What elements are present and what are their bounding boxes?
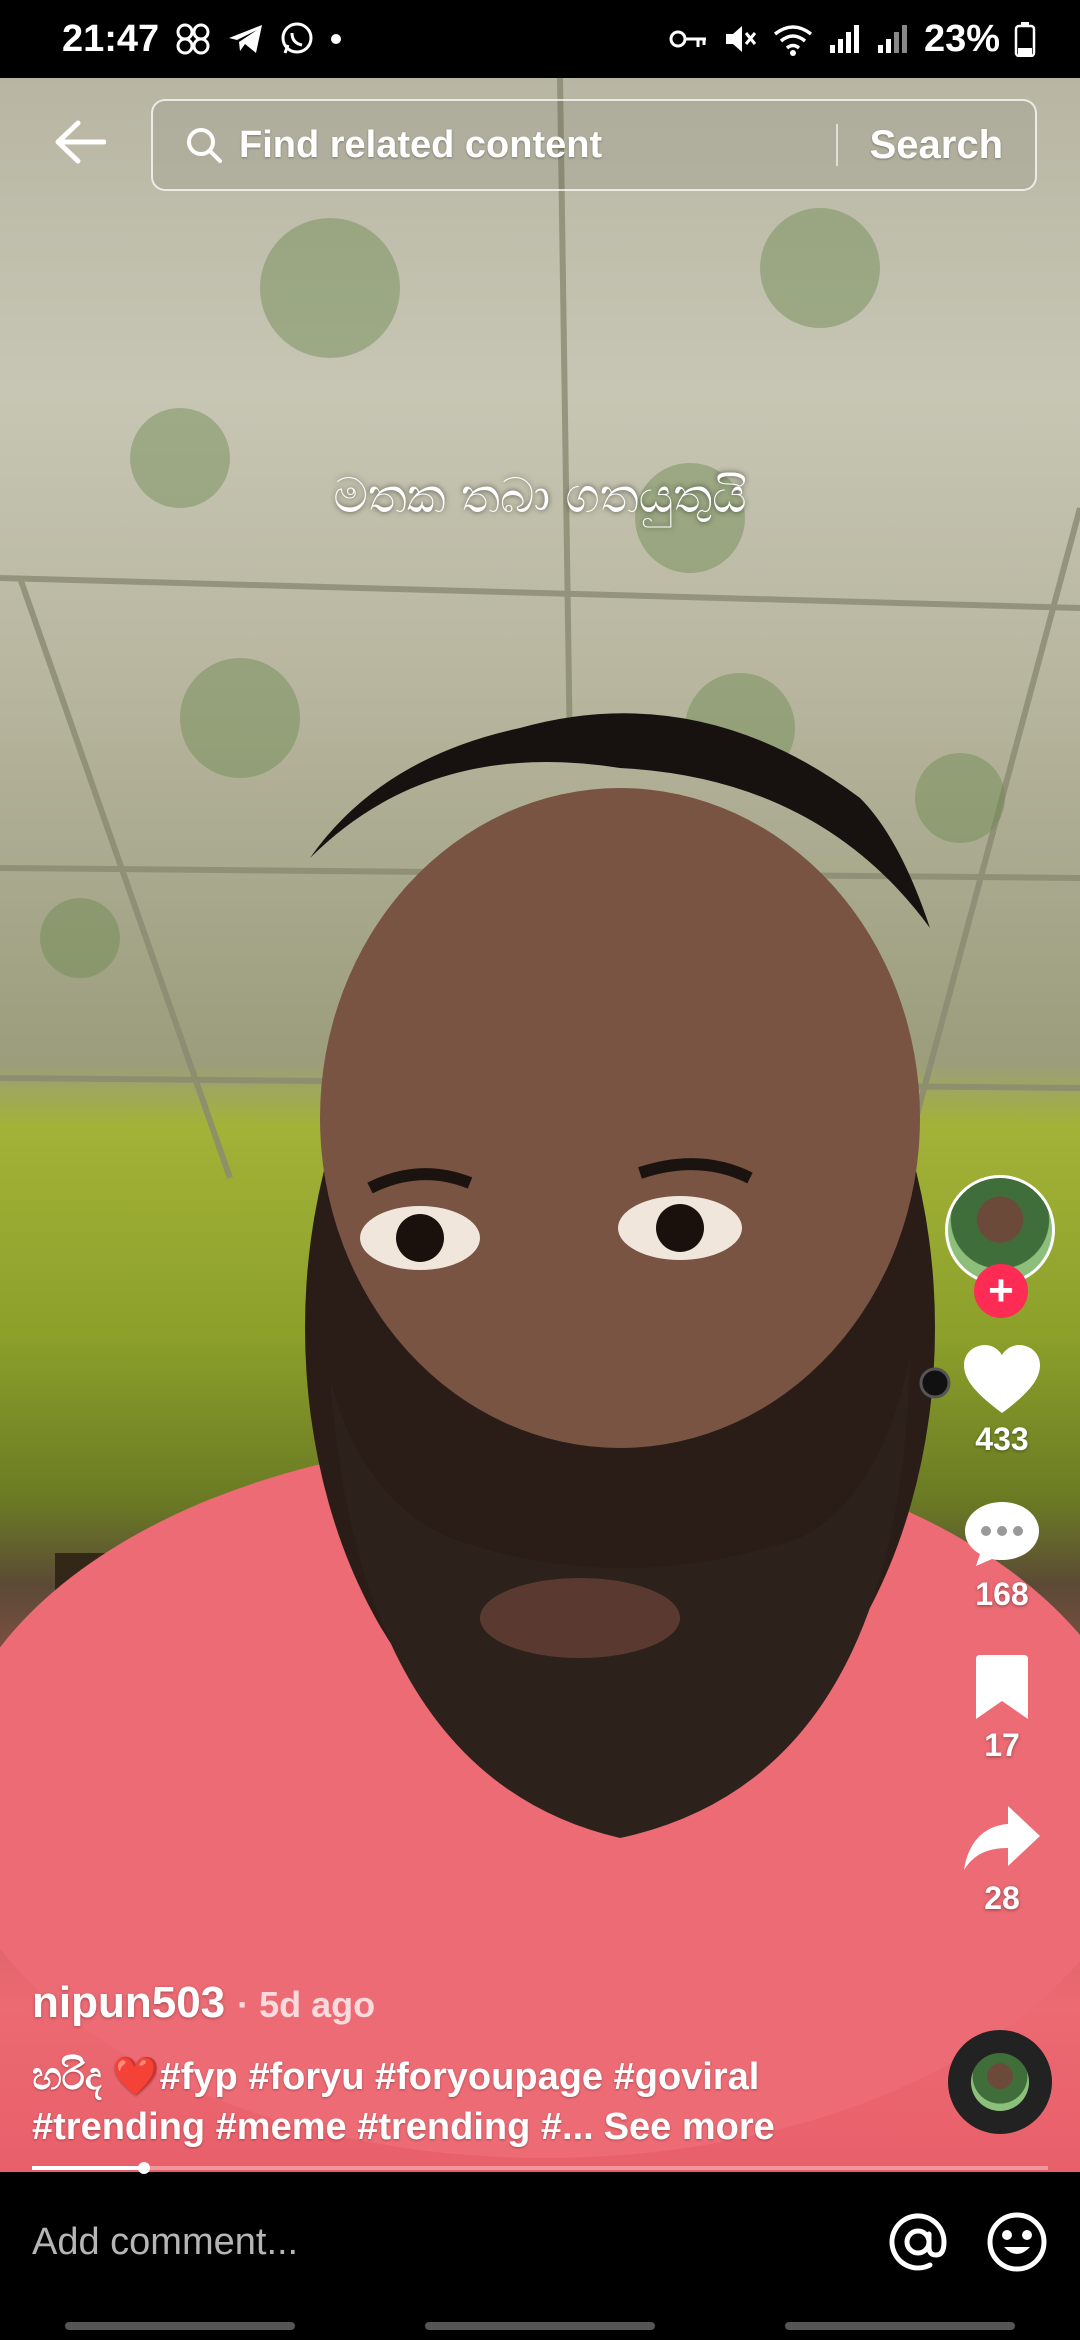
share-arrow-icon	[964, 1806, 1040, 1870]
key-icon	[668, 27, 708, 51]
username-link[interactable]: nipun503	[32, 1978, 225, 2028]
back-button[interactable]	[50, 112, 110, 172]
comment-input[interactable]: Add comment...	[32, 2221, 850, 2264]
person-in-video	[0, 713, 1080, 2158]
mention-icon[interactable]	[888, 2212, 948, 2272]
share-button[interactable]: 28	[942, 1804, 1062, 1917]
nav-home-handle[interactable]	[425, 2322, 655, 2330]
share-count: 28	[984, 1880, 1020, 1916]
signal-icon	[828, 23, 862, 55]
search-input[interactable]: Find related content	[239, 124, 836, 167]
whatsapp-icon	[279, 21, 315, 57]
action-column: + 433 168 17 28	[942, 1175, 1062, 1917]
video-caption-overlay: මතක තබා ගතයුතුයි	[333, 468, 747, 524]
comment-bubble-icon	[965, 1502, 1039, 1566]
progress-knob[interactable]	[137, 2162, 150, 2174]
mute-icon	[722, 22, 758, 56]
nav-recents-handle[interactable]	[65, 2322, 295, 2330]
see-more-link[interactable]: See more	[604, 2106, 775, 2148]
search-button[interactable]: Search	[838, 123, 1035, 168]
music-disc-button[interactable]	[948, 2030, 1052, 2134]
comment-button[interactable]: 168	[942, 1498, 1062, 1613]
video-progress-bar[interactable]	[32, 2162, 1048, 2174]
back-arrow-icon	[55, 120, 106, 164]
description-prefix: හරිද	[32, 2056, 113, 2098]
telegram-icon	[227, 22, 265, 56]
dot-icon	[329, 32, 343, 46]
description-hashtags-1[interactable]: #fyp #foryu #foryoupage #goviral	[160, 2056, 760, 2098]
wifi-icon	[772, 22, 814, 56]
nav-back-handle[interactable]	[785, 2322, 1015, 2330]
save-count: 17	[984, 1727, 1020, 1763]
like-count: 433	[975, 1421, 1029, 1457]
post-meta: nipun503 · 5d ago හරිද ❤️#fyp #foryu #fo…	[32, 1978, 932, 2152]
post-time: · 5d ago	[237, 1984, 376, 2025]
follow-plus-icon[interactable]: +	[974, 1264, 1028, 1318]
comment-bar: Add comment...	[0, 2172, 1080, 2312]
search-bar[interactable]: Find related content Search	[151, 99, 1037, 191]
status-bar: 21:47 23%	[0, 0, 1080, 78]
heart-icon	[964, 1345, 1040, 1413]
post-description[interactable]: හරිද ❤️#fyp #foryu #foryoupage #goviral …	[32, 2052, 932, 2152]
comment-count: 168	[975, 1576, 1029, 1612]
battery-icon	[1014, 21, 1036, 57]
progress-fill	[32, 2166, 144, 2170]
video-player[interactable]: මතක තබා ගතයුතුයි	[0, 78, 1080, 2172]
save-button[interactable]: 17	[942, 1653, 1062, 1764]
system-nav-bar	[0, 2312, 1080, 2340]
search-icon	[185, 126, 223, 164]
heart-emoji: ❤️	[112, 2056, 160, 2098]
music-disc-avatar	[971, 2053, 1029, 2111]
infinity-icon	[173, 21, 213, 57]
emoji-icon[interactable]	[986, 2211, 1048, 2273]
status-time: 21:47	[62, 17, 160, 60]
bookmark-icon	[976, 1655, 1028, 1719]
like-button[interactable]: 433	[942, 1343, 1062, 1458]
signal-icon-2	[876, 23, 910, 55]
creator-avatar-button[interactable]: +	[945, 1175, 1059, 1318]
description-hashtags-2[interactable]: #trending #meme #trending #...	[32, 2106, 594, 2148]
battery-percentage: 23%	[923, 17, 1000, 60]
